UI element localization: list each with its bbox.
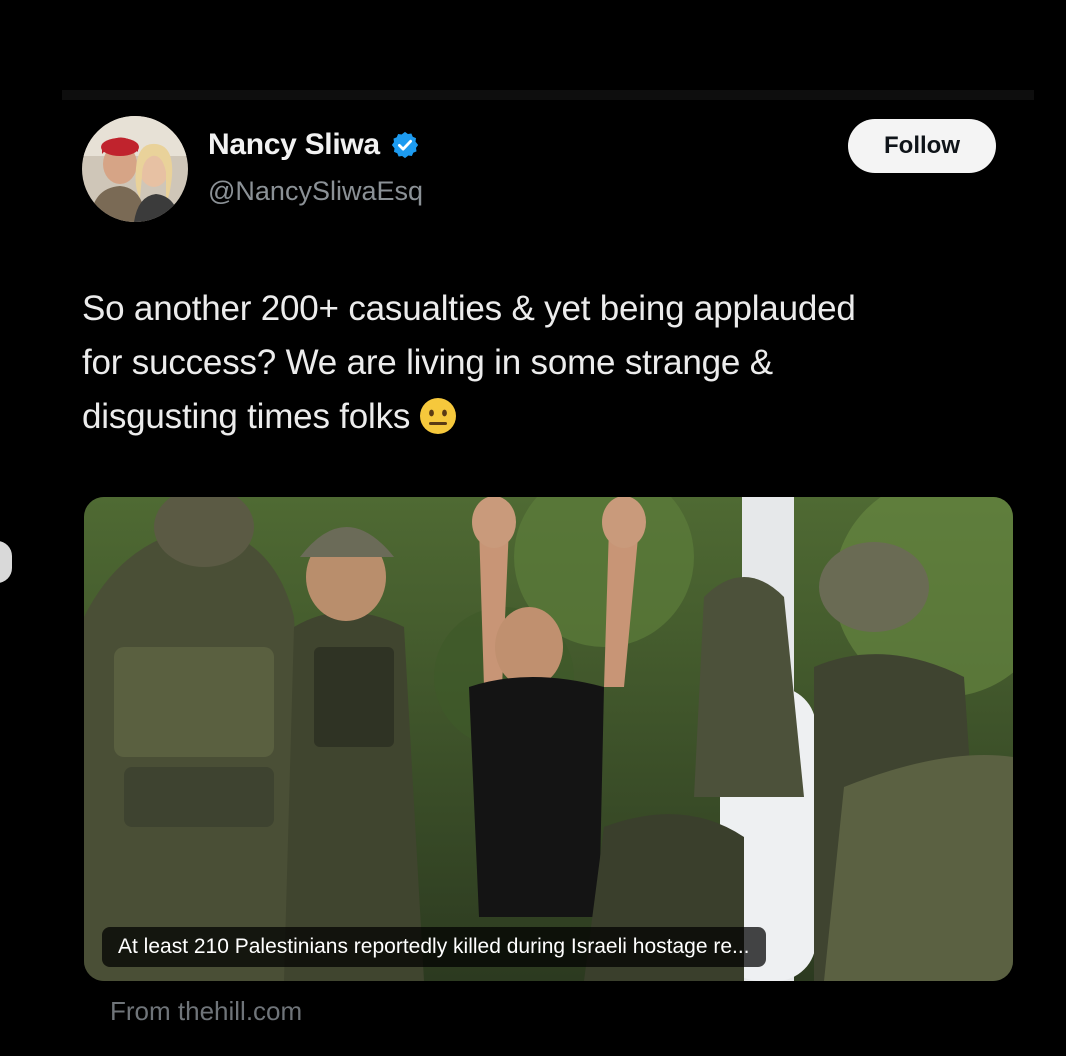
media-card[interactable] bbox=[84, 497, 1013, 981]
top-divider bbox=[62, 90, 1034, 100]
author-display-name[interactable]: Nancy Sliwa bbox=[208, 128, 380, 162]
tweet-text-line: for success? We are living in some stran… bbox=[82, 343, 773, 382]
follow-button[interactable]: Follow bbox=[848, 119, 996, 173]
tweet-text-line: disgusting times folks bbox=[82, 397, 411, 436]
profile-photo bbox=[82, 116, 188, 222]
news-photo bbox=[84, 497, 1013, 981]
media-caption: At least 210 Palestinians reportedly kil… bbox=[102, 927, 766, 967]
tweet-text: So another 200+ casualties & yet being a… bbox=[82, 282, 1032, 452]
source-link[interactable]: From thehill.com bbox=[110, 996, 302, 1027]
author-handle[interactable]: @NancySliwaEsq bbox=[208, 176, 423, 207]
tweet-text-line: So another 200+ casualties & yet being a… bbox=[82, 289, 856, 328]
author-name-row: Nancy Sliwa bbox=[208, 128, 420, 162]
side-scroll-handle[interactable] bbox=[0, 541, 12, 583]
verified-badge-icon bbox=[390, 130, 420, 160]
avatar[interactable] bbox=[82, 116, 188, 222]
tweet-text-line-last: disgusting times folks bbox=[82, 390, 1032, 452]
neutral-face-emoji-icon bbox=[418, 396, 458, 452]
